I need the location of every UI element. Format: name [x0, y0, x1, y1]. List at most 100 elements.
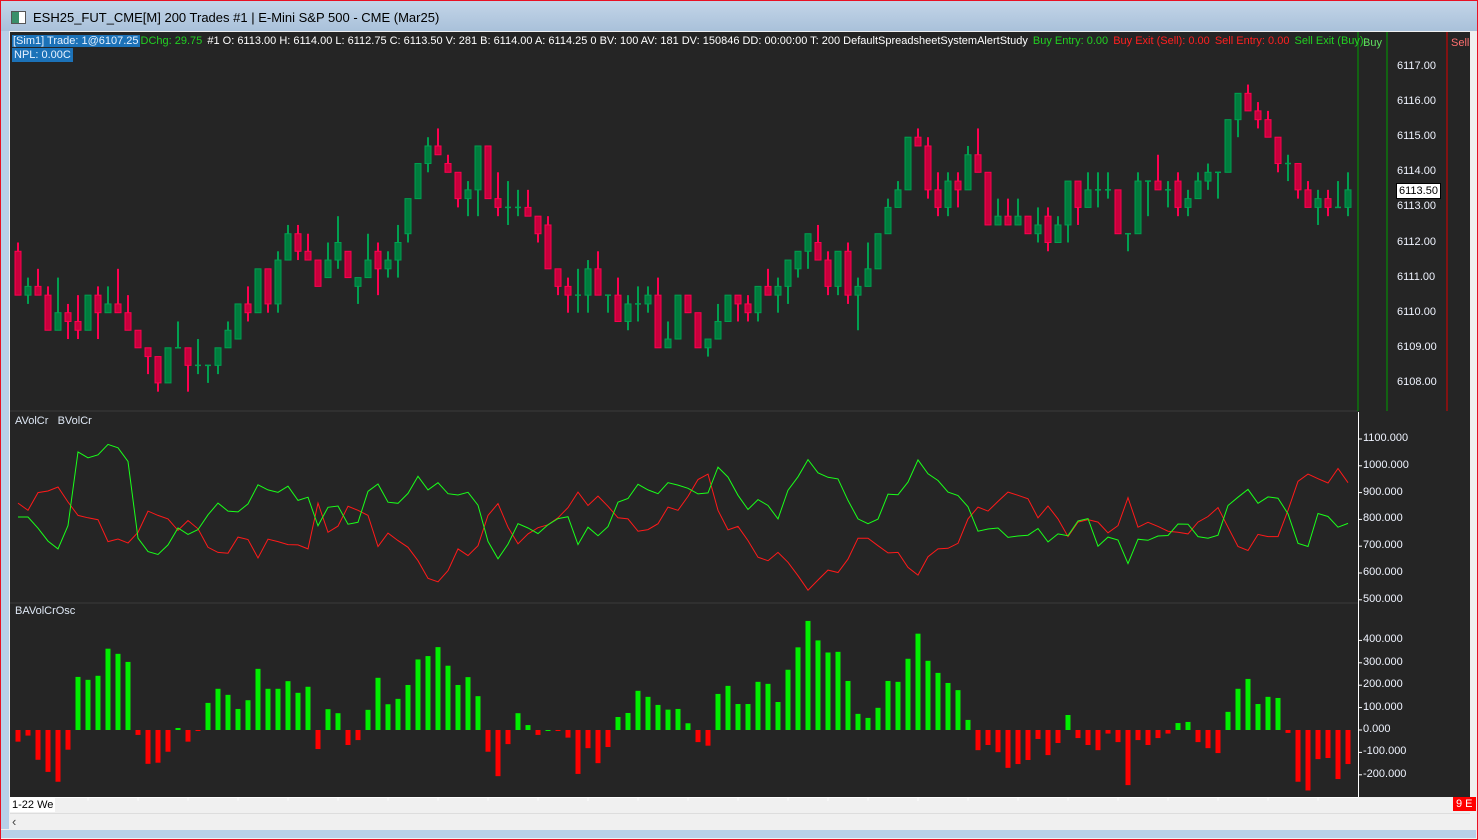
- osc-bar: [275, 688, 281, 730]
- candle-body: [1194, 180, 1202, 200]
- candle-body: [794, 250, 802, 270]
- candle-body: [1134, 180, 1142, 235]
- time-tick-label: 6:42:08: [619, 799, 657, 811]
- candle: [834, 250, 842, 296]
- candle-body: [544, 224, 552, 270]
- osc-bar: [1015, 730, 1021, 765]
- volcr-tick-label: 1000.000: [1363, 458, 1409, 471]
- candle-body: [114, 303, 122, 314]
- horizontal-scrollbar[interactable]: ‹: [10, 813, 1470, 830]
- osc-bar: [615, 717, 621, 730]
- candle-body: [1004, 215, 1012, 226]
- candle-body: [404, 198, 412, 235]
- candle-body: [754, 285, 762, 314]
- candle: [1024, 215, 1032, 235]
- candle-body: [184, 347, 192, 366]
- candle: [764, 268, 772, 296]
- osc-tick-label: -100.000: [1363, 745, 1407, 758]
- candle-body: [1234, 92, 1242, 121]
- osc-bar: [525, 725, 531, 730]
- candle: [1314, 189, 1322, 225]
- candle: [734, 294, 742, 322]
- buy-entry: Buy Entry: 0.00: [1032, 35, 1109, 47]
- sell-column-header[interactable]: Sell: [1451, 37, 1469, 49]
- osc-bar: [295, 692, 301, 730]
- candle: [635, 286, 641, 322]
- osc-bar: [1055, 730, 1061, 743]
- candle: [324, 242, 332, 279]
- candle: [505, 181, 511, 225]
- chart-plot: [10, 32, 1448, 801]
- candle-body: [154, 356, 162, 384]
- candle-body: [1244, 92, 1252, 112]
- time-tick-label: 5:47:06: [319, 799, 357, 811]
- osc-bar: [625, 712, 631, 730]
- osc-bar: [35, 730, 41, 760]
- candle-body: [964, 154, 972, 191]
- candle: [954, 172, 962, 208]
- osc-bar: [865, 717, 871, 730]
- candle: [924, 137, 932, 199]
- time-tick-label: 7:00:26: [769, 799, 807, 811]
- candle: [584, 260, 592, 313]
- osc-bar: [1085, 730, 1091, 746]
- candle-body: [454, 171, 462, 200]
- candle-body: [744, 303, 752, 314]
- candle: [804, 233, 812, 269]
- candle: [1154, 154, 1162, 191]
- candle-body: [1274, 136, 1282, 165]
- candle-body: [804, 233, 812, 252]
- candle: [264, 268, 272, 313]
- net-profit-loss[interactable]: NPL: 0.00C: [12, 48, 73, 62]
- osc-bar: [935, 672, 941, 730]
- candle: [394, 224, 402, 278]
- candle: [984, 171, 992, 226]
- candle-body: [894, 189, 902, 208]
- osc-bar: [1115, 730, 1121, 743]
- candle-body: [674, 294, 682, 340]
- scroll-left-arrow-icon[interactable]: ‹: [12, 814, 16, 829]
- osc-bar: [345, 730, 351, 746]
- candle-body: [134, 329, 142, 349]
- osc-bar: [325, 709, 331, 730]
- candle-body: [594, 268, 602, 296]
- buy-column-header[interactable]: Buy: [1363, 37, 1382, 49]
- candle: [24, 277, 32, 304]
- candle-body: [304, 250, 312, 261]
- candle: [214, 347, 222, 375]
- osc-bar: [1035, 730, 1041, 739]
- candle: [1254, 102, 1262, 129]
- candle: [164, 347, 172, 384]
- osc-tick-label: 300.000: [1363, 655, 1403, 668]
- osc-bar: [585, 730, 591, 749]
- candle-body: [314, 259, 322, 287]
- osc-bar: [925, 660, 931, 730]
- candle: [644, 286, 652, 313]
- candle-body: [644, 294, 652, 305]
- axis-ticks: [87, 438, 1362, 801]
- candle: [484, 145, 492, 200]
- candle: [724, 294, 732, 322]
- candle-body: [54, 312, 62, 331]
- candle: [864, 242, 872, 287]
- osc-bar: [425, 656, 431, 730]
- osc-tick-label: 100.000: [1363, 700, 1403, 713]
- e-badge[interactable]: 9 E: [1453, 797, 1476, 811]
- candle-body: [34, 285, 42, 296]
- osc-bar: [685, 723, 691, 730]
- osc-bar: [1315, 730, 1321, 760]
- candle-body: [1224, 119, 1232, 173]
- osc-bar: [905, 658, 911, 730]
- osc-bar: [955, 690, 961, 730]
- study-label-bavolcrosc: BAVolCrOsc: [15, 605, 76, 617]
- candle: [54, 277, 62, 331]
- study-label-avolcr: AVolCr BVolCr: [15, 415, 92, 427]
- osc-bar: [1175, 723, 1181, 730]
- chart-header: [Sim1] Trade: 1@6107.25 DChg: 29.75 #1 O:…: [12, 34, 1368, 48]
- sim-trade-label[interactable]: [Sim1] Trade: 1@6107.25: [12, 35, 140, 47]
- osc-bar: [395, 698, 401, 730]
- candle: [614, 277, 622, 322]
- time-tick-label: 5:11:53: [120, 799, 156, 811]
- osc-bar: [65, 730, 71, 750]
- candle: [114, 268, 122, 314]
